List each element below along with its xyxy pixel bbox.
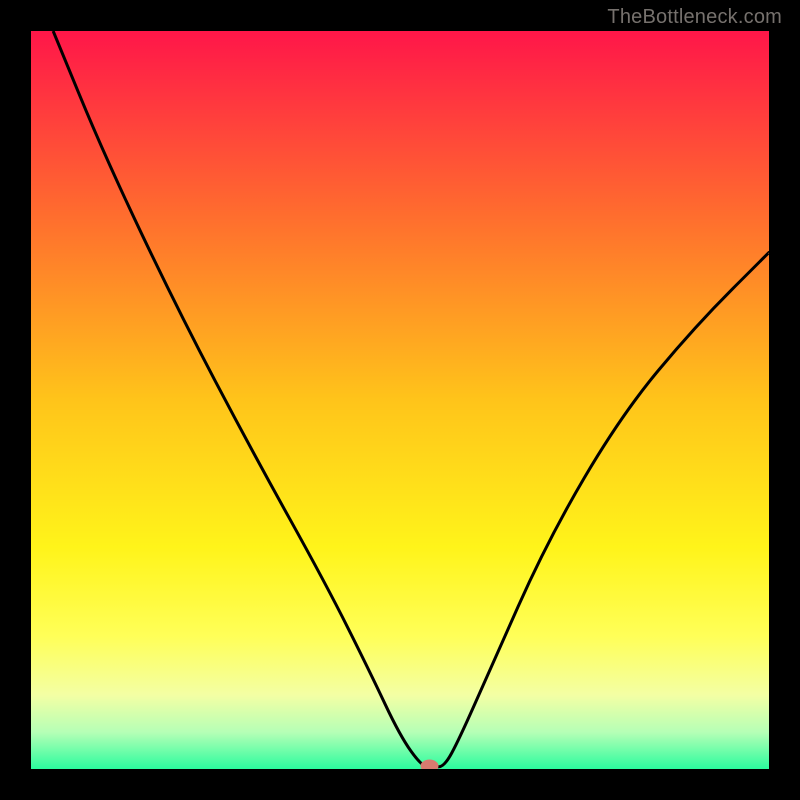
bottleneck-curve-chart	[31, 31, 769, 769]
chart-frame: TheBottleneck.com	[0, 0, 800, 800]
chart-background	[31, 31, 769, 769]
attribution-text: TheBottleneck.com	[607, 6, 782, 29]
